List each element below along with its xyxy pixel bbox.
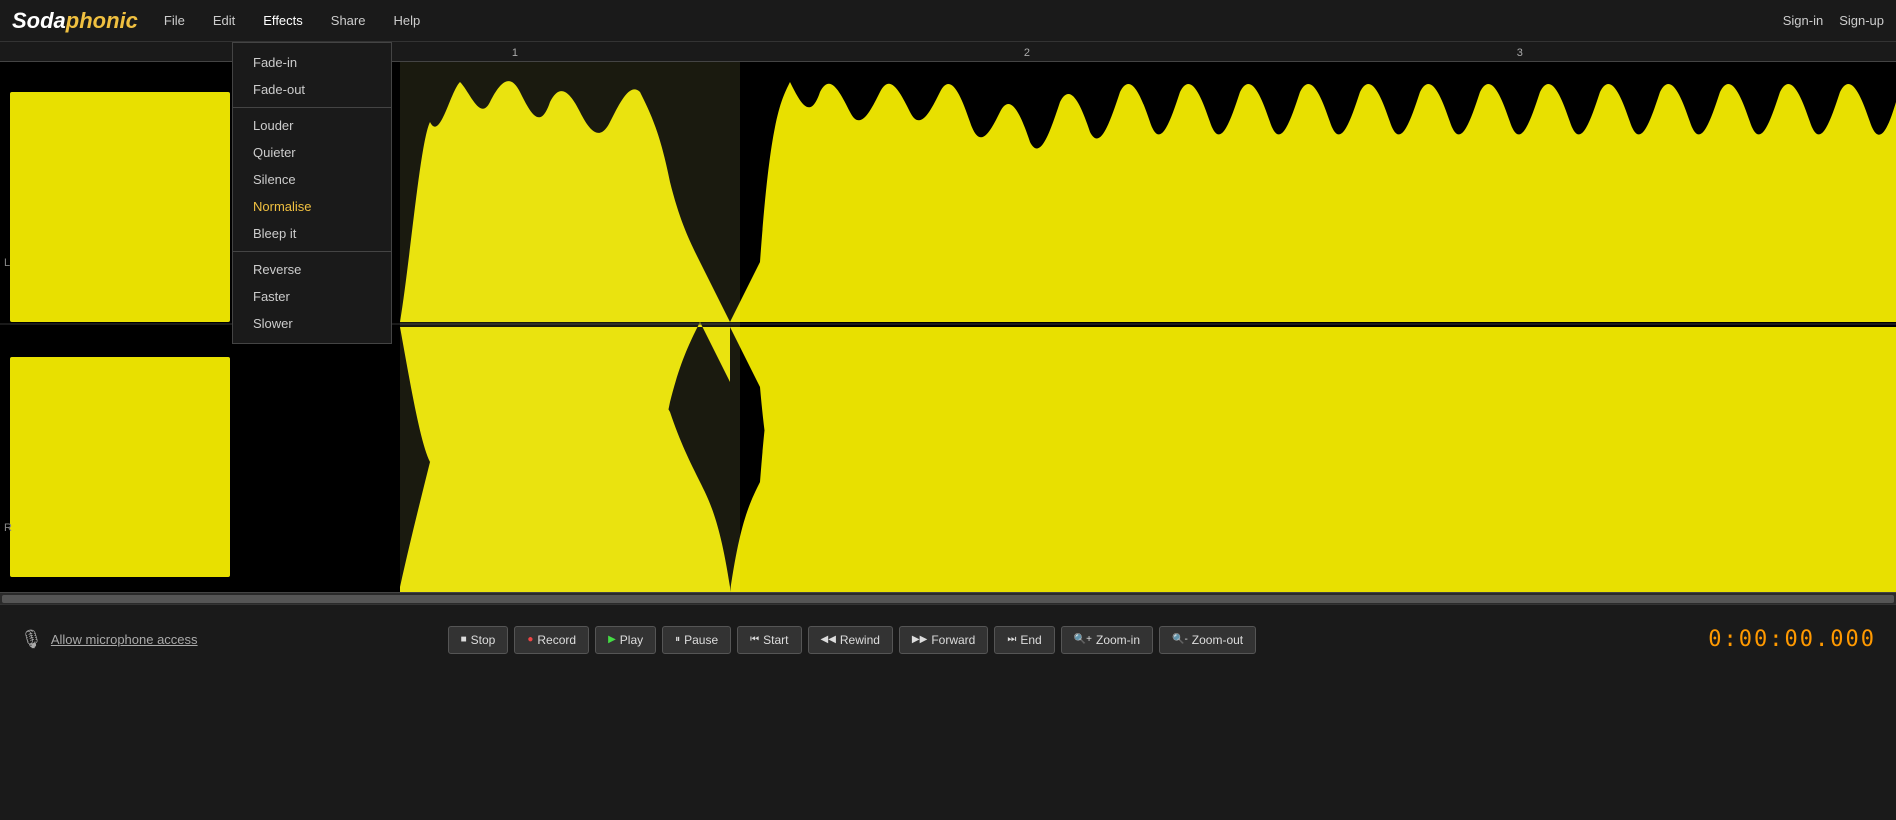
auth-links: Sign-in Sign-up <box>1783 13 1884 28</box>
ruler-tick-1: 1 <box>512 47 518 59</box>
effects-slower[interactable]: Slower <box>233 310 391 337</box>
effects-divider-2 <box>233 251 391 252</box>
effects-bleep-it[interactable]: Bleep it <box>233 220 391 247</box>
nav-share[interactable]: Share <box>325 9 372 32</box>
zoom-in-button[interactable]: 🔍+ Zoom-in <box>1061 626 1153 654</box>
horizontal-scrollbar[interactable] <box>0 592 1896 604</box>
microphone-icon: 🎙 <box>20 629 43 650</box>
scroll-thumb[interactable] <box>2 595 1894 603</box>
play-label: Play <box>620 633 643 647</box>
forward-label: Forward <box>931 633 975 647</box>
toolbar: 🎙 Allow microphone access ■ Stop ● Recor… <box>0 604 1896 674</box>
stop-icon: ■ <box>461 634 467 645</box>
nav-file[interactable]: File <box>158 9 191 32</box>
rewind-label: Rewind <box>840 633 880 647</box>
effects-faster[interactable]: Faster <box>233 283 391 310</box>
effects-reverse[interactable]: Reverse <box>233 256 391 283</box>
record-button[interactable]: ● Record <box>514 626 589 654</box>
effects-silence[interactable]: Silence <box>233 166 391 193</box>
effects-normalise[interactable]: Normalise <box>233 193 391 220</box>
effects-quieter[interactable]: Quieter <box>233 139 391 166</box>
start-icon: ⏮ <box>750 634 759 645</box>
ruler-tick-2: 2 <box>1024 47 1030 59</box>
effects-dropdown: Fade-in Fade-out Louder Quieter Silence … <box>232 42 392 344</box>
pause-button[interactable]: ⏸ Pause <box>662 626 731 654</box>
zoom-in-label: Zoom-in <box>1096 633 1140 647</box>
signin-link[interactable]: Sign-in <box>1783 13 1823 28</box>
stop-button[interactable]: ■ Stop <box>448 626 509 654</box>
rewind-icon: ◀◀ <box>821 634 836 645</box>
nav-help[interactable]: Help <box>387 9 426 32</box>
time-display: 0:00:00.000 <box>1708 627 1876 652</box>
header: Sodaphonic File Edit Effects Share Help … <box>0 0 1896 42</box>
effects-fade-out[interactable]: Fade-out <box>233 76 391 103</box>
record-icon: ● <box>527 634 533 645</box>
start-button[interactable]: ⏮ Start <box>737 626 801 654</box>
logo: Sodaphonic <box>12 8 138 34</box>
end-button[interactable]: ⏭ End <box>994 626 1054 654</box>
forward-icon: ▶▶ <box>912 634 927 645</box>
channel-label-R: R <box>4 522 12 534</box>
record-label: Record <box>537 633 576 647</box>
zoom-out-button[interactable]: 🔍- Zoom-out <box>1159 626 1256 654</box>
stop-label: Stop <box>471 633 496 647</box>
end-label: End <box>1020 633 1041 647</box>
signup-link[interactable]: Sign-up <box>1839 13 1884 28</box>
mic-access-text[interactable]: Allow microphone access <box>51 632 198 647</box>
play-button[interactable]: ▶ Play <box>595 626 656 654</box>
mic-section: 🎙 Allow microphone access <box>20 629 198 650</box>
pause-label: Pause <box>684 633 718 647</box>
forward-button[interactable]: ▶▶ Forward <box>899 626 988 654</box>
nav-edit[interactable]: Edit <box>207 9 241 32</box>
effects-louder[interactable]: Louder <box>233 112 391 139</box>
transport-controls: ■ Stop ● Record ▶ Play ⏸ Pause ⏮ Start ◀… <box>448 626 1257 654</box>
zoom-in-icon: 🔍+ <box>1074 634 1092 645</box>
zoom-out-icon: 🔍- <box>1172 634 1188 645</box>
effects-fade-in[interactable]: Fade-in <box>233 49 391 76</box>
rewind-button[interactable]: ◀◀ Rewind <box>808 626 893 654</box>
end-icon: ⏭ <box>1007 634 1016 645</box>
nav-effects[interactable]: Effects <box>257 9 309 32</box>
zoom-out-label: Zoom-out <box>1192 633 1243 647</box>
ruler-tick-3: 3 <box>1517 47 1523 59</box>
effects-divider-1 <box>233 107 391 108</box>
channel-label-L: L <box>4 257 10 269</box>
start-label: Start <box>763 633 788 647</box>
pause-icon: ⏸ <box>675 634 680 645</box>
play-icon: ▶ <box>608 634 616 645</box>
